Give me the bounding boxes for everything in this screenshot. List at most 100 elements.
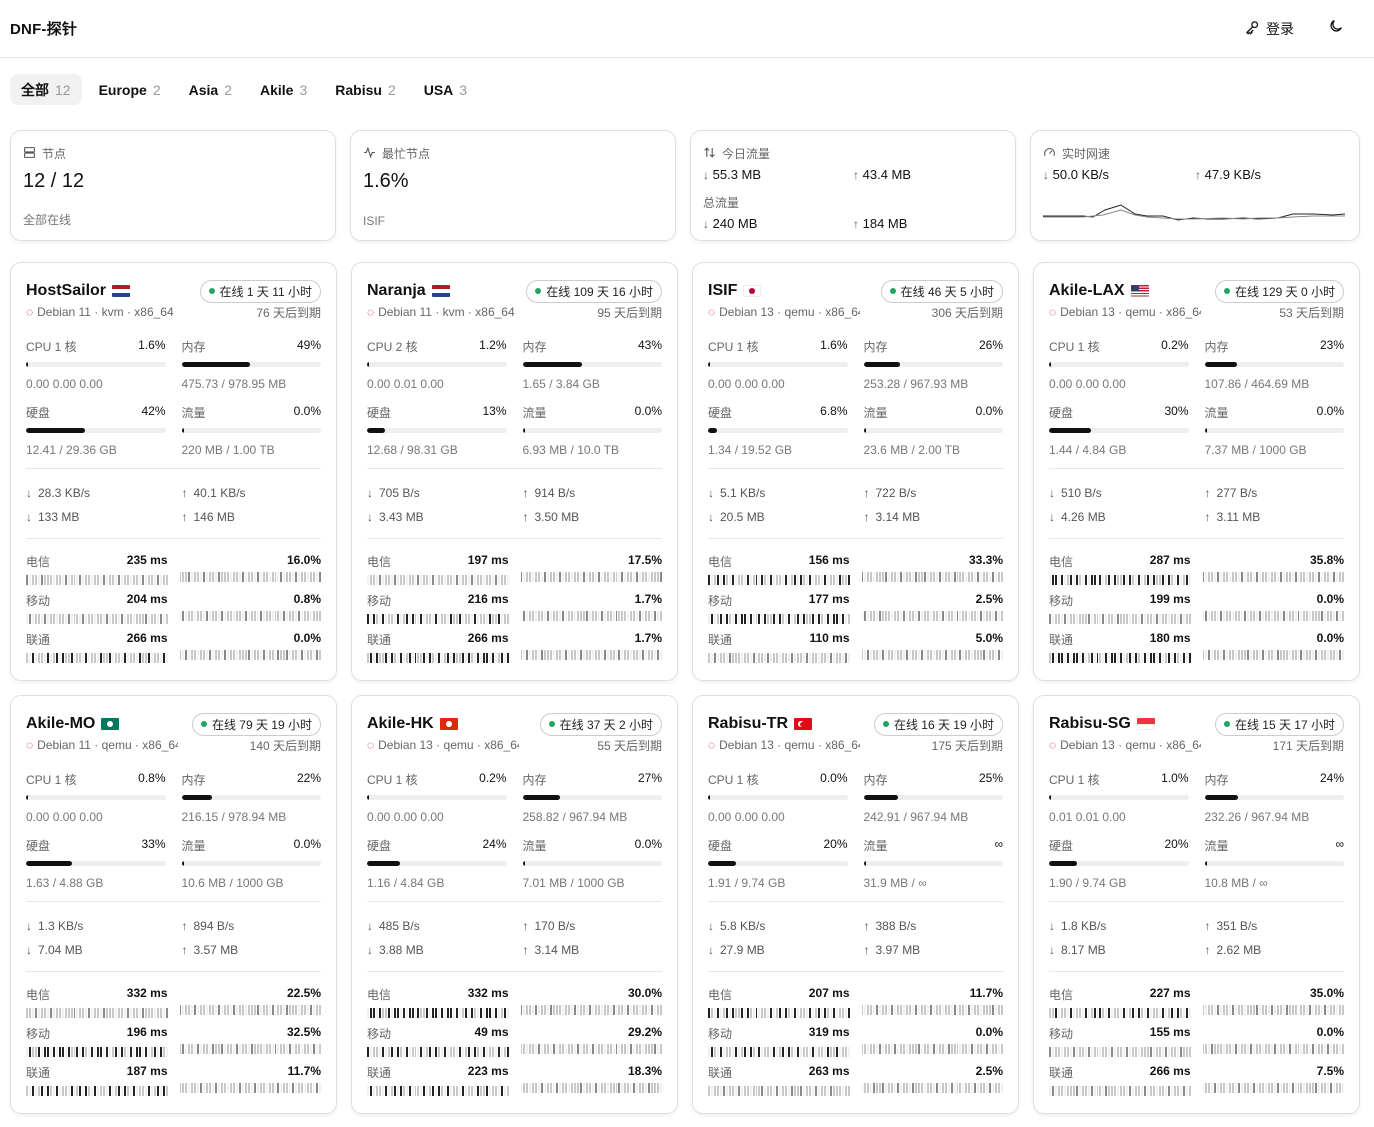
- ping-sample: [609, 650, 612, 660]
- ping-strip: [1049, 614, 1191, 624]
- ping-sample: [313, 650, 316, 660]
- ping-sample: [197, 1044, 200, 1054]
- arrow-up-icon: ↑: [181, 486, 188, 500]
- tab-count: 3: [459, 81, 468, 98]
- server-card[interactable]: Akile-MO 在线 79 天 19 小时 ◌ Debian 11 · qemu ·…: [10, 695, 337, 1114]
- login-button[interactable]: 登录: [1245, 19, 1294, 39]
- ping-sample: [722, 653, 725, 663]
- server-card[interactable]: Akile-LAX 在线 129 天 0 小时 ◌ Debian 13 · qemu …: [1033, 262, 1360, 681]
- ping-sample: [947, 650, 950, 660]
- tab-usa[interactable]: USA 3: [413, 74, 478, 105]
- ping-sample: [553, 1044, 556, 1054]
- ping-sample: [215, 572, 218, 582]
- ping-sample: [1141, 1047, 1143, 1057]
- ping-sample: [244, 1083, 247, 1093]
- ping-sample: [550, 1083, 553, 1093]
- server-card[interactable]: ISIF 在线 46 天 5 小时 ◌ Debian 13 · qemu · x86_…: [692, 262, 1019, 681]
- ping-sample: [1226, 650, 1229, 660]
- ping-sample: [82, 1086, 85, 1096]
- ping-sample: [986, 1044, 989, 1054]
- ping-sample: [568, 611, 570, 621]
- expire-text: 95 天后到期: [597, 306, 662, 320]
- upload-speed: 914 B/s: [534, 486, 576, 500]
- ping-sample: [1188, 614, 1191, 624]
- ping-sample: [1244, 572, 1247, 582]
- ping-sample: [788, 614, 791, 624]
- ping-sample: [1066, 575, 1069, 585]
- ping-sample: [642, 1044, 645, 1054]
- tab-全部[interactable]: 全部 12: [10, 74, 82, 105]
- ping-sample: [752, 653, 755, 663]
- ping-sample: [426, 1047, 429, 1057]
- moon-icon[interactable]: [1328, 18, 1344, 39]
- tab-akile[interactable]: Akile 3: [249, 74, 318, 105]
- server-card[interactable]: Rabisu-SG 在线 15 天 17 小时 ◌ Debian 13 · qemu …: [1033, 695, 1360, 1114]
- ping-sample: [378, 614, 381, 624]
- ping-sample: [244, 572, 247, 582]
- loss-strip: [520, 1083, 662, 1093]
- ping-sample: [811, 1047, 814, 1057]
- ping-sample: [476, 575, 479, 585]
- debian-icon: ◌: [1049, 738, 1057, 752]
- ping-sample: [660, 650, 662, 660]
- ping-loss-percent: 22.5%: [286, 986, 321, 1000]
- ping-sample: [298, 1005, 301, 1015]
- usage-bar: [522, 428, 662, 433]
- ping-sample: [950, 611, 953, 621]
- ping-sample: [301, 1044, 304, 1054]
- ping-sample: [58, 1086, 61, 1096]
- server-card[interactable]: Akile-HK 在线 37 天 2 小时 ◌ Debian 13 · qemu · …: [351, 695, 678, 1114]
- ping-sample: [1049, 1047, 1051, 1057]
- ping-sample: [414, 653, 417, 663]
- ping-sample: [829, 614, 832, 624]
- metric: 硬盘 20% 1.90 / 9.74 GB: [1049, 837, 1189, 903]
- ping-sample: [983, 611, 986, 621]
- metric: 内存 49% 475.73 / 978.95 MB: [181, 338, 321, 404]
- ping-sample: [600, 572, 603, 582]
- brand-title[interactable]: DNF-探针: [10, 18, 77, 39]
- metric-percent: 6.8%: [820, 404, 848, 418]
- ping-sample: [1318, 611, 1321, 621]
- ping-sample: [1114, 653, 1117, 663]
- ping-sample: [776, 1008, 779, 1018]
- ping-sample: [923, 1044, 926, 1054]
- loss-strip: [1202, 650, 1344, 660]
- ping-sample: [841, 575, 844, 585]
- ping-sample: [1170, 1008, 1173, 1018]
- ping-sample: [841, 614, 844, 624]
- ping-sample: [1279, 611, 1282, 621]
- ping-sample: [888, 611, 891, 621]
- ping-sample: [591, 650, 594, 660]
- usage-bar: [1049, 861, 1189, 866]
- ping-sample: [645, 572, 648, 582]
- ping-sample: [906, 611, 908, 621]
- ping-sample: [429, 653, 432, 663]
- ping-sample: [277, 1083, 280, 1093]
- ping-sample: [879, 1083, 882, 1093]
- server-card[interactable]: HostSailor 在线 1 天 11 小时 ◌ Debian 11 · kvm ·…: [10, 262, 337, 681]
- ping-sample: [405, 575, 408, 585]
- ping-sample: [1211, 1005, 1214, 1015]
- metric-label: CPU 1 核: [708, 340, 759, 354]
- ping-sample: [882, 650, 885, 660]
- tab-rabisu[interactable]: Rabisu 2: [324, 74, 406, 105]
- ping-sample: [482, 1086, 485, 1096]
- ping-sample: [624, 572, 627, 582]
- tab-europe[interactable]: Europe 2: [88, 74, 172, 105]
- ping-sample: [1049, 1008, 1051, 1018]
- ping-sample: [553, 650, 556, 660]
- server-card[interactable]: Rabisu-TR 在线 16 天 19 小时 ◌ Debian 13 · qemu …: [692, 695, 1019, 1114]
- ping-sample: [1096, 653, 1099, 663]
- ping-sample: [1327, 1044, 1330, 1054]
- metric-detail: 23.6 MB / 2.00 TB: [863, 443, 961, 457]
- ping-sample: [387, 575, 390, 585]
- server-card[interactable]: Naranja 在线 109 天 16 小时 ◌ Debian 11 · kvm · …: [351, 262, 678, 681]
- ping-sample: [316, 1044, 319, 1054]
- ping-sample: [159, 653, 162, 663]
- ping-sample: [1144, 1008, 1146, 1018]
- metric-label: 流量: [1204, 406, 1229, 420]
- os-info: Debian 11 · kvm · x86_64: [37, 305, 174, 319]
- ping-sample: [79, 653, 82, 663]
- summary-traffic-card: 今日流量 ↓ 55.3 MB ↑ 43.4 MB 总流量 ↓ 240 MB ↑ 18…: [690, 130, 1016, 241]
- tab-asia[interactable]: Asia 2: [178, 74, 243, 105]
